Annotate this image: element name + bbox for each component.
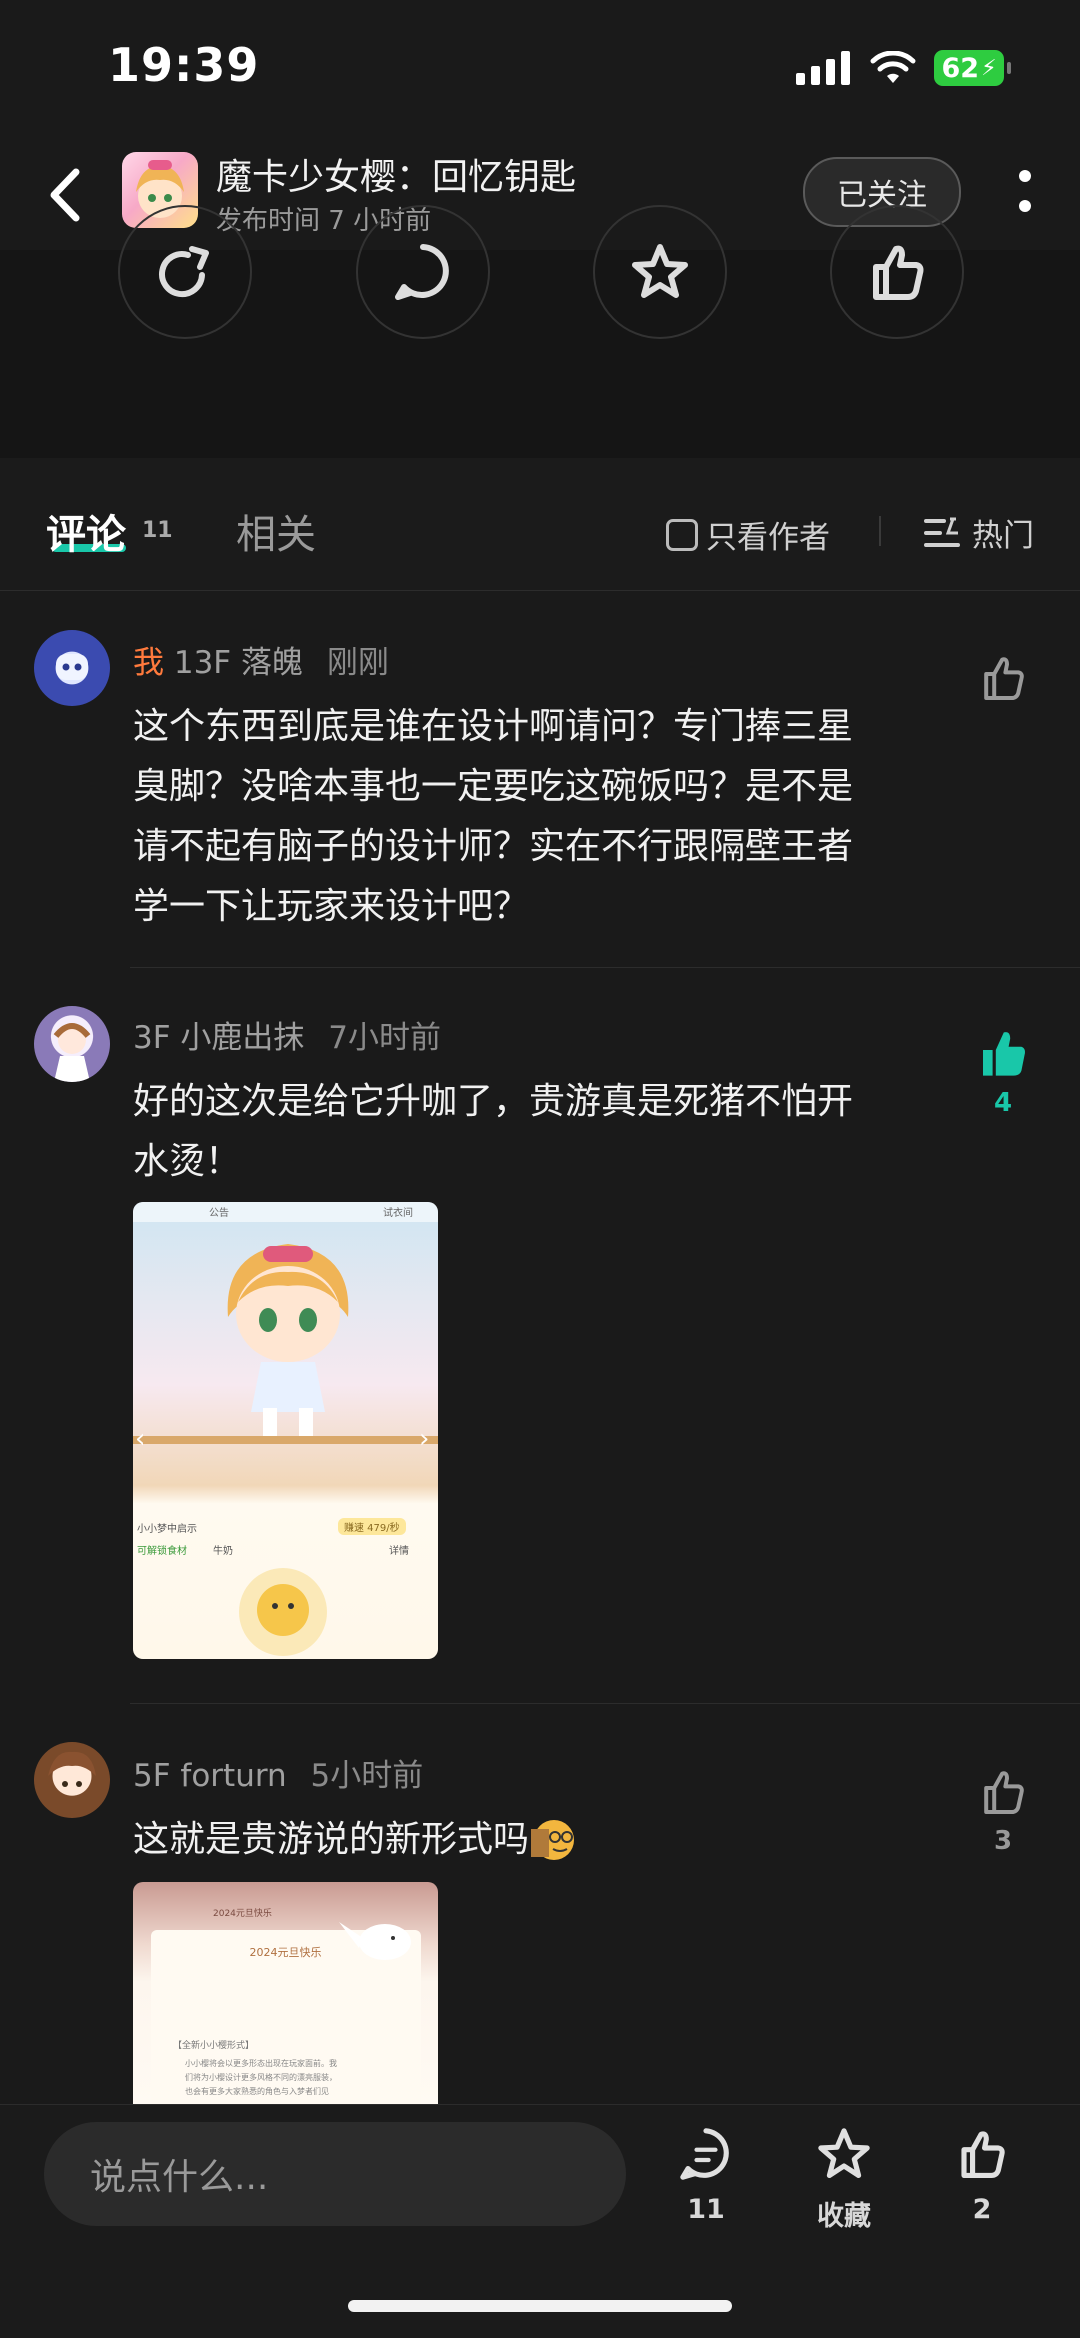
comment-user[interactable]: 13F 落魄 <box>174 645 303 681</box>
home-indicator[interactable] <box>348 2300 732 2312</box>
status-icons: 62 ⚡ <box>796 50 1011 86</box>
image2-line: 也会有更多大家熟悉的角色与入梦者们见 <box>185 2087 329 2096</box>
comment-divider <box>130 967 1080 968</box>
share-action[interactable] <box>118 205 252 339</box>
like-count: 3 <box>993 1826 1013 1856</box>
table-edge <box>133 1436 438 1444</box>
comment-divider <box>130 1703 1080 1704</box>
bottom-collect-button[interactable]: 收藏 <box>794 2124 894 2233</box>
robot-avatar-art <box>56 654 88 680</box>
image-row1-label: 小小梦中启示 <box>137 1524 197 1535</box>
thumbs-up-icon <box>873 245 924 300</box>
collect-action[interactable] <box>593 205 727 339</box>
like-count: 4 <box>993 1088 1013 1118</box>
comment-line: 请不起有脑子的设计师？实在不行跟隔壁王者 <box>133 826 854 867</box>
comment-meta: 我 13F 落魄 刚刚 <box>133 637 389 682</box>
image-row2-label: 可解锁食材 <box>137 1546 187 1557</box>
wifi-icon <box>870 51 916 83</box>
comment-line: 好的这次是给它升咖了，贵游真是死猪不怕开 <box>133 1081 854 1122</box>
tabs-divider <box>879 516 881 546</box>
comment-input[interactable]: 说点什么... <box>44 2122 626 2226</box>
battery-level: 62 <box>941 52 980 84</box>
image-prev-arrow: ‹ <box>135 1424 146 1454</box>
image-fitting-label: 试衣间 <box>383 1208 413 1219</box>
image2-line: 【全新小小樱形式】 <box>173 2041 255 2051</box>
thumbs-up-filled-icon <box>983 1032 1025 1076</box>
image2-header: 2024元旦快乐 <box>213 1909 272 1919</box>
comment-action[interactable] <box>356 205 490 339</box>
kero-mascot-art <box>239 1568 327 1656</box>
bottom-comment-button[interactable]: 11 <box>656 2124 756 2225</box>
author-only-label: 只看作者 <box>706 520 830 556</box>
comment-text: 好的这次是给它升咖了，贵游真是死猪不怕开 水烫！ <box>133 1072 933 1192</box>
image-row2-right: 详情 <box>389 1546 409 1557</box>
back-button[interactable] <box>40 160 90 230</box>
comment-meta: 3F 小鹿出抹 7小时前 <box>133 1012 441 1057</box>
thinking-emoji-icon <box>531 1820 575 1860</box>
comment-icon <box>680 2128 729 2180</box>
chibi-character-art <box>227 1244 349 1444</box>
comment-line: 学一下让玩家来设计吧？ <box>133 886 530 927</box>
star-icon <box>632 244 688 298</box>
author-only-checkbox[interactable] <box>666 518 698 551</box>
comment-time: 刚刚 <box>326 645 389 681</box>
bottom-like-button[interactable]: 2 <box>932 2124 1032 2225</box>
anime-avatar-art <box>53 1023 91 1082</box>
game-title[interactable]: 魔卡少女樱：回忆钥匙 <box>216 148 576 200</box>
charging-icon: ⚡ <box>981 55 997 81</box>
comment-line: 水烫！ <box>133 1141 242 1182</box>
star-icon <box>818 2128 870 2178</box>
sort-hot-button[interactable]: 热门 <box>922 510 1034 555</box>
comment-like-button[interactable]: 4 <box>973 1026 1033 1118</box>
bird-mascot-art <box>339 1922 411 1960</box>
comment-meta: 5F forturn 5小时前 <box>133 1750 423 1795</box>
image-next-arrow: › <box>419 1424 430 1454</box>
bottom-comment-count: 11 <box>687 2194 725 2225</box>
author-only-toggle[interactable]: 只看作者 <box>666 512 830 557</box>
comment-like-button[interactable]: 3 <box>973 1764 1033 1856</box>
tab-comments[interactable]: 评论 <box>46 502 126 560</box>
tab-related[interactable]: 相关 <box>236 502 316 560</box>
battery-indicator: 62 ⚡ <box>934 50 1011 86</box>
sort-label: 热门 <box>972 518 1034 554</box>
comment-time: 5小时前 <box>310 1758 424 1794</box>
comment-user[interactable]: 3F 小鹿出抹 <box>133 1020 304 1056</box>
thumbs-up-icon <box>961 2131 1005 2178</box>
thumbs-up-icon <box>984 657 1024 700</box>
comment-image[interactable]: 公告 试衣间 ‹ › 小小梦中启示 赚速 479/秒 可解锁食材 牛奶 详情 <box>133 1202 438 1659</box>
sort-icon <box>924 517 960 547</box>
like-action[interactable] <box>830 205 964 339</box>
avatar[interactable] <box>34 1006 110 1082</box>
image-row2-item: 牛奶 <box>213 1546 233 1557</box>
me-tag: 我 <box>133 645 164 681</box>
bottom-like-count: 2 <box>972 2194 992 2225</box>
image2-line: 小小樱将会以更多形态出现在玩家面前。我 <box>185 2059 337 2068</box>
comment-line: 这个东西到底是谁在设计啊请问？专门捧三星 <box>133 706 854 747</box>
comment-time: 7小时前 <box>328 1020 442 1056</box>
comment-icon <box>395 244 449 300</box>
comment-user[interactable]: 5F forturn <box>133 1758 287 1794</box>
tab-comments-count: 11 <box>142 518 173 543</box>
image-notice-label: 公告 <box>209 1208 229 1219</box>
image-row1-right: 赚速 479/秒 <box>338 1518 406 1535</box>
status-time: 19:39 <box>108 38 260 92</box>
more-options-button[interactable] <box>1010 168 1040 216</box>
comment-text: 这就是贵游说的新形式吗 <box>133 1810 933 1870</box>
avatar[interactable] <box>34 630 110 706</box>
comment-like-button[interactable] <box>973 650 1033 710</box>
image2-line: 们将为小樱设计更多风格不同的漂亮服装， <box>185 2073 337 2082</box>
share-icon <box>159 246 209 298</box>
thumbs-up-icon <box>984 1771 1024 1814</box>
comment-text: 这个东西到底是谁在设计啊请问？专门捧三星 臭脚？没啥本事也一定要吃这碗饭吗？是不… <box>133 697 933 937</box>
signal-icon <box>796 51 850 85</box>
avatar[interactable] <box>34 1742 110 1818</box>
comment-image[interactable]: 2024元旦快乐 2024元旦快乐 【全新小小樱形式】 小小樱将会以更多形态出现… <box>133 1882 438 2104</box>
anime-boy-avatar-art <box>48 1751 96 1787</box>
comment-line: 臭脚？没啥本事也一定要吃这碗饭吗？是不是 <box>133 766 854 807</box>
comment-line: 这就是贵游说的新形式吗 <box>133 1819 530 1860</box>
bottom-collect-label: 收藏 <box>817 2201 871 2232</box>
